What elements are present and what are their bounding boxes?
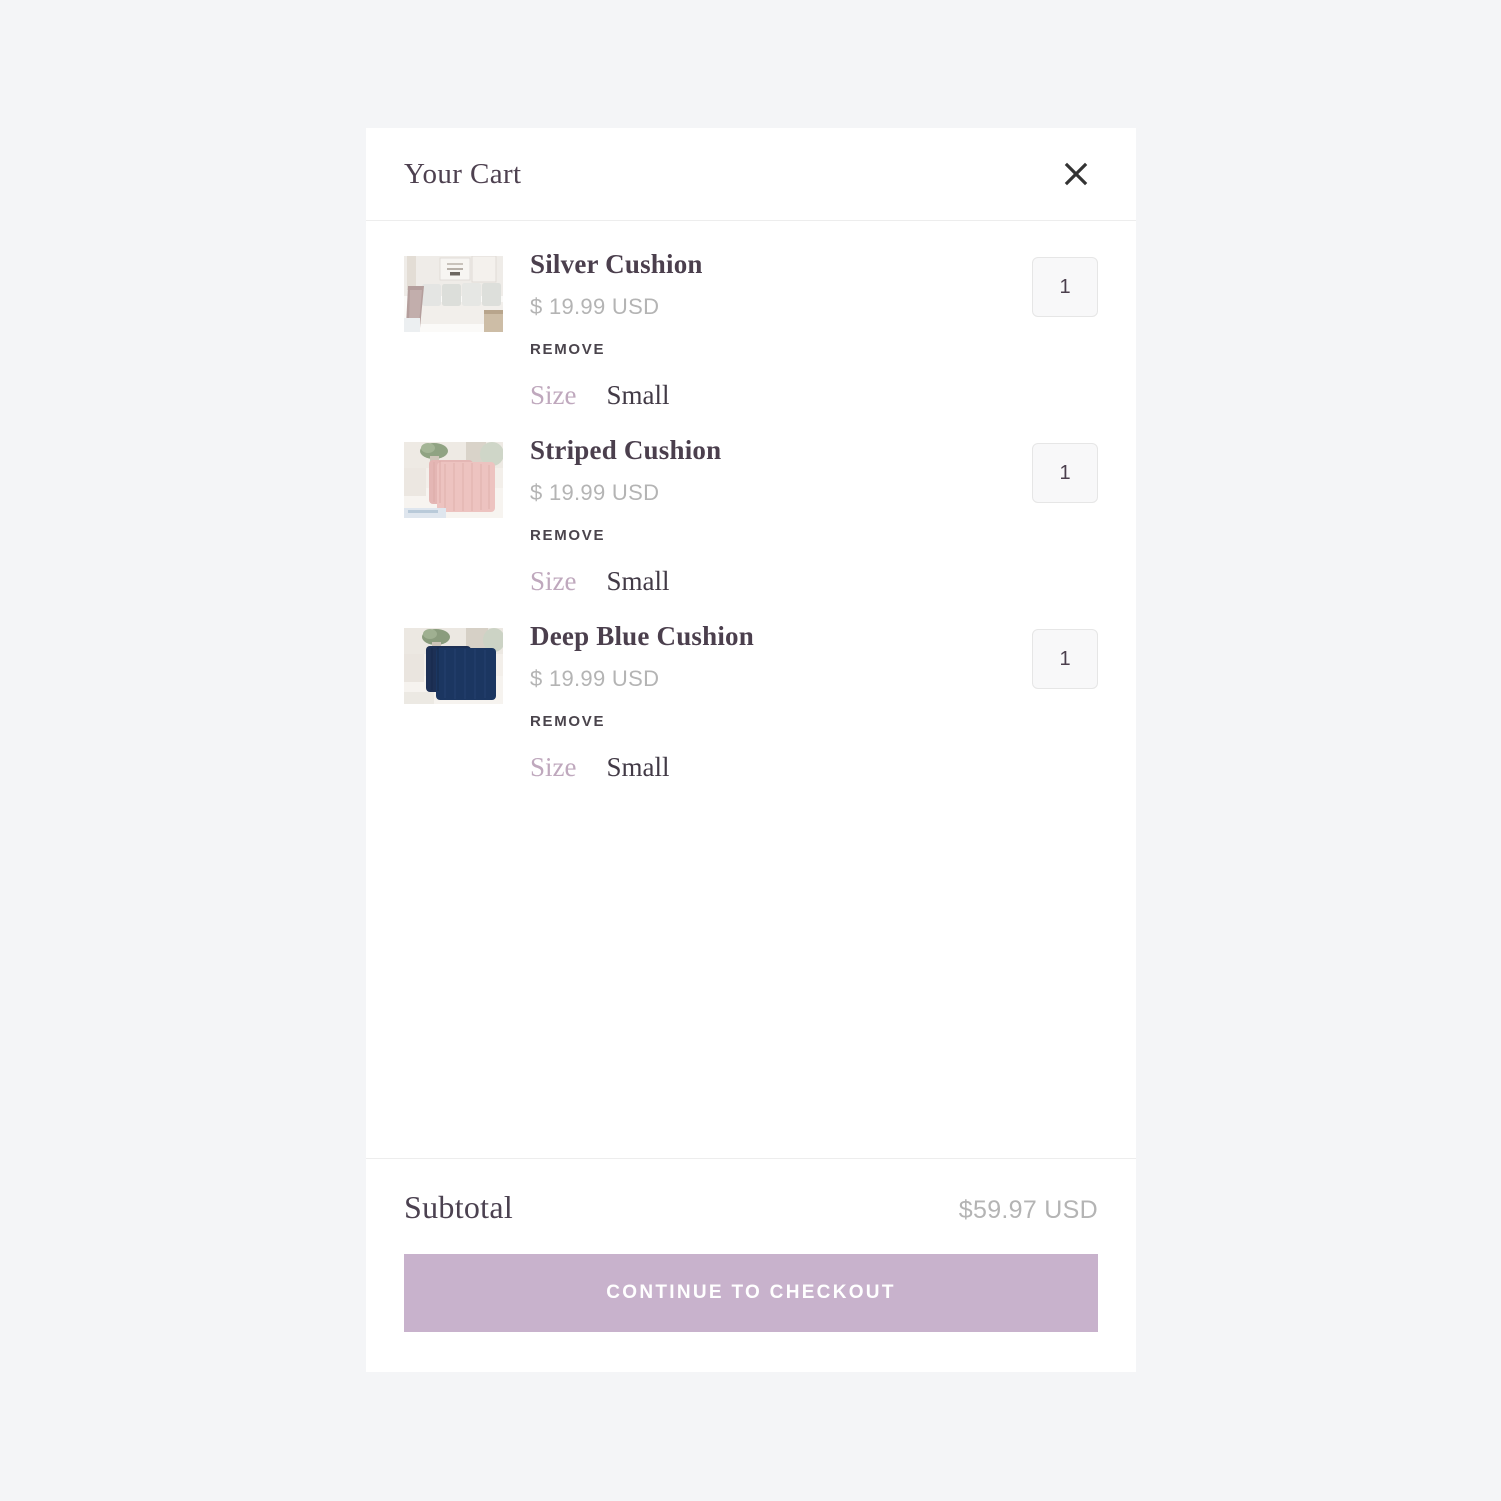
quantity-input[interactable]: 1 [1032, 257, 1098, 317]
remove-item-button[interactable]: REMOVE [530, 341, 605, 358]
variant-value: Small [606, 380, 670, 411]
cart-item-list: Silver Cushion $ 19.99 USD REMOVE Size S… [366, 221, 1136, 1158]
product-price: $ 19.99 USD [530, 666, 660, 692]
cart-item: Deep Blue Cushion $ 19.99 USD REMOVE Siz… [404, 621, 1098, 783]
product-thumbnail[interactable] [404, 442, 503, 519]
subtotal-label: Subtotal [404, 1189, 514, 1225]
quantity-input[interactable]: 1 [1032, 443, 1098, 504]
continue-to-checkout-button[interactable]: CONTINUE TO CHECKOUT [404, 1254, 1098, 1332]
cart-footer: Subtotal $59.97 USD CONTINUE TO CHECKOUT [366, 1158, 1136, 1372]
product-details: Silver Cushion $ 19.99 USD REMOVE Size S… [503, 249, 1032, 411]
page-root: Your Cart Silver Cushion $ 19.99 USD REM… [0, 0, 1501, 1501]
product-variant: Size Small [530, 566, 1032, 597]
subtotal-value: $59.97 USD [958, 1196, 1098, 1224]
remove-item-button[interactable]: REMOVE [530, 713, 605, 730]
product-name[interactable]: Silver Cushion [530, 249, 1032, 280]
page-title: Your Cart [404, 157, 522, 190]
product-variant: Size Small [530, 380, 1032, 411]
cart-header: Your Cart [366, 128, 1136, 221]
product-price: $ 19.99 USD [530, 480, 660, 506]
product-details: Deep Blue Cushion $ 19.99 USD REMOVE Siz… [503, 621, 1032, 783]
subtotal-row: Subtotal $59.97 USD [404, 1189, 1098, 1226]
close-cart-button[interactable] [1054, 152, 1098, 196]
product-details: Striped Cushion $ 19.99 USD REMOVE Size … [503, 435, 1032, 597]
variant-label: Size [530, 752, 577, 783]
product-variant: Size Small [530, 752, 1032, 783]
variant-label: Size [530, 566, 577, 597]
variant-label: Size [530, 380, 577, 411]
product-name[interactable]: Striped Cushion [530, 435, 1032, 466]
cart-item: Striped Cushion $ 19.99 USD REMOVE Size … [404, 435, 1098, 597]
cart-item: Silver Cushion $ 19.99 USD REMOVE Size S… [404, 249, 1098, 411]
quantity-input[interactable]: 1 [1032, 629, 1098, 690]
cart-drawer: Your Cart Silver Cushion $ 19.99 USD REM… [366, 128, 1136, 1372]
remove-item-button[interactable]: REMOVE [530, 527, 605, 544]
product-price: $ 19.99 USD [530, 294, 660, 320]
variant-value: Small [606, 752, 670, 783]
variant-value: Small [606, 566, 670, 597]
product-thumbnail[interactable] [404, 256, 503, 332]
product-thumbnail[interactable] [404, 628, 503, 705]
close-icon [1062, 160, 1090, 188]
product-name[interactable]: Deep Blue Cushion [530, 621, 1032, 652]
